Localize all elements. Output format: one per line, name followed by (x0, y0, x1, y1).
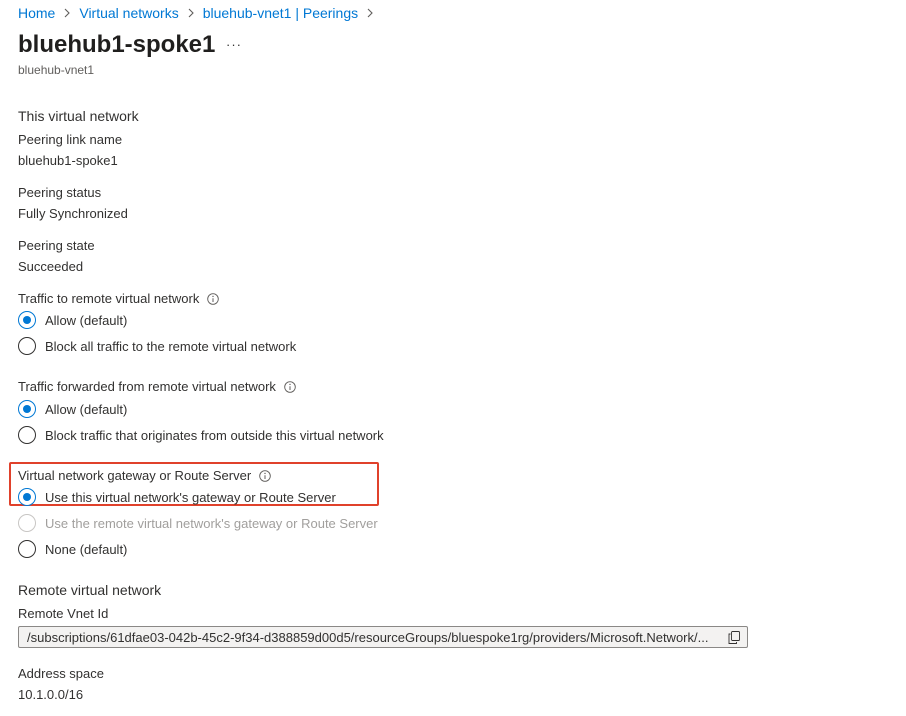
chevron-right-icon (55, 8, 79, 18)
more-options-button[interactable]: ··· (224, 33, 244, 55)
page-title: bluehub1-spoke1 (18, 31, 216, 58)
radio-button[interactable] (18, 311, 36, 329)
peering-link-name-label: Peering link name (18, 132, 123, 147)
radio-traffic-forwarded-block[interactable]: Block traffic that originates from outsi… (18, 425, 384, 445)
info-icon[interactable] (284, 380, 296, 393)
remote-vnet-id-field[interactable]: /subscriptions/61dfae03-042b-45c2-9f34-d… (18, 626, 748, 648)
radio-button[interactable] (18, 426, 36, 444)
breadcrumb-peerings[interactable]: bluehub-vnet1 | Peerings (203, 5, 358, 21)
address-space-value: 10.1.0.0/16 (18, 687, 84, 702)
section-heading-this-network: This virtual network (18, 108, 139, 124)
address-space-label: Address space (18, 666, 104, 681)
radio-button[interactable] (18, 540, 36, 558)
gateway-label-text: Virtual network gateway or Route Server (18, 468, 252, 483)
radio-traffic-to-remote-block[interactable]: Block all traffic to the remote virtual … (18, 336, 296, 356)
radio-label: Block traffic that originates from outsi… (45, 427, 384, 443)
radio-label: Block all traffic to the remote virtual … (45, 338, 297, 354)
radio-button[interactable] (18, 488, 36, 506)
radio-label: Allow (default) (45, 401, 128, 417)
radio-label: Allow (default) (45, 312, 128, 328)
radio-button[interactable] (18, 337, 36, 355)
radio-button[interactable] (18, 400, 36, 418)
breadcrumb: Home Virtual networks bluehub-vnet1 | Pe… (18, 4, 382, 22)
section-heading-remote-network: Remote virtual network (18, 582, 162, 598)
radio-label: None (default) (45, 541, 128, 557)
traffic-forwarded-label: Traffic forwarded from remote virtual ne… (18, 379, 296, 394)
breadcrumb-home[interactable]: Home (18, 5, 55, 21)
peering-status-value: Fully Synchronized (18, 206, 128, 221)
page-subtitle: bluehub-vnet1 (18, 63, 95, 77)
remote-vnet-id-value: /subscriptions/61dfae03-042b-45c2-9f34-d… (27, 629, 709, 645)
peering-state-value: Succeeded (18, 259, 84, 274)
peering-status-label: Peering status (18, 185, 102, 200)
radio-gateway-use-this[interactable]: Use this virtual network's gateway or Ro… (18, 487, 336, 507)
peering-link-name-value: bluehub1-spoke1 (18, 153, 118, 168)
gateway-label: Virtual network gateway or Route Server (18, 468, 271, 483)
copy-icon[interactable] (721, 627, 747, 647)
info-icon[interactable] (207, 292, 220, 305)
radio-label: Use this virtual network's gateway or Ro… (45, 489, 336, 505)
traffic-to-remote-label: Traffic to remote virtual network (18, 291, 220, 306)
radio-gateway-use-remote: Use the remote virtual network's gateway… (18, 513, 378, 533)
radio-button (18, 514, 36, 532)
traffic-forwarded-label-text: Traffic forwarded from remote virtual ne… (18, 379, 276, 394)
traffic-to-remote-label-text: Traffic to remote virtual network (18, 291, 200, 306)
info-icon[interactable] (259, 469, 271, 482)
radio-label: Use the remote virtual network's gateway… (45, 515, 378, 531)
remote-vnet-id-label: Remote Vnet Id (18, 606, 109, 621)
radio-traffic-forwarded-allow[interactable]: Allow (default) (18, 399, 127, 419)
chevron-right-icon (179, 8, 203, 18)
chevron-right-icon (358, 8, 382, 18)
radio-traffic-to-remote-allow[interactable]: Allow (default) (18, 310, 127, 330)
breadcrumb-virtual-networks[interactable]: Virtual networks (79, 5, 178, 21)
radio-gateway-none[interactable]: None (default) (18, 539, 127, 559)
peering-state-label: Peering state (18, 238, 95, 253)
